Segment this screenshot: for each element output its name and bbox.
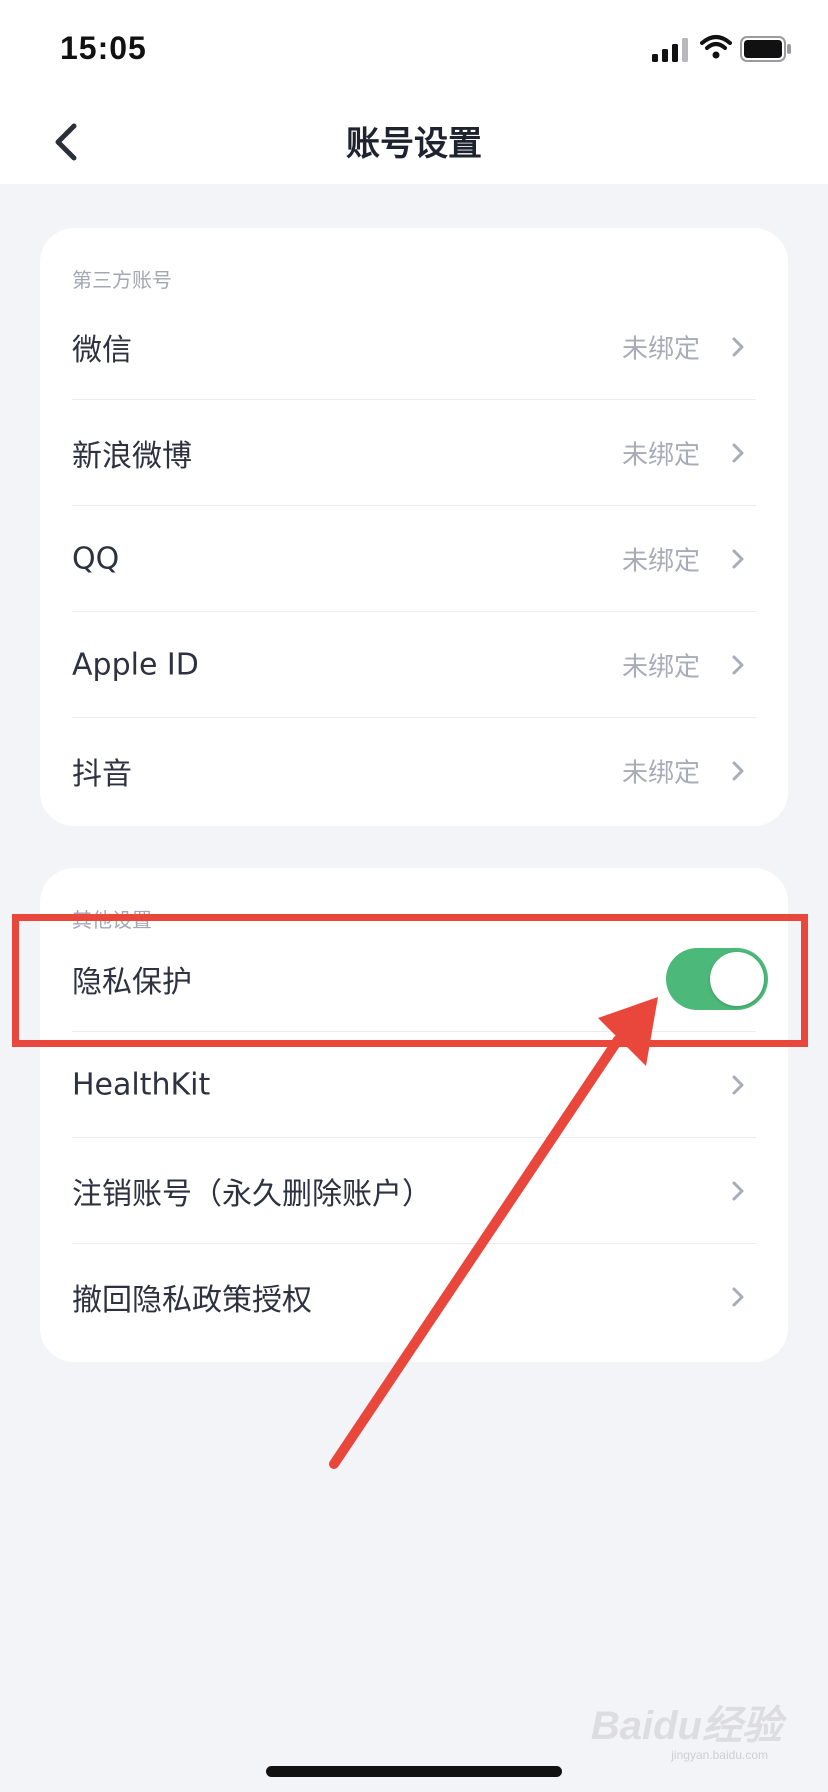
arrow-annotation-icon — [329, 997, 658, 1469]
home-indicator — [266, 1766, 562, 1777]
baidu-watermark: Baidu经验 — [590, 1704, 782, 1748]
baidu-watermark-url: jingyan.baidu.com — [671, 1748, 768, 1762]
